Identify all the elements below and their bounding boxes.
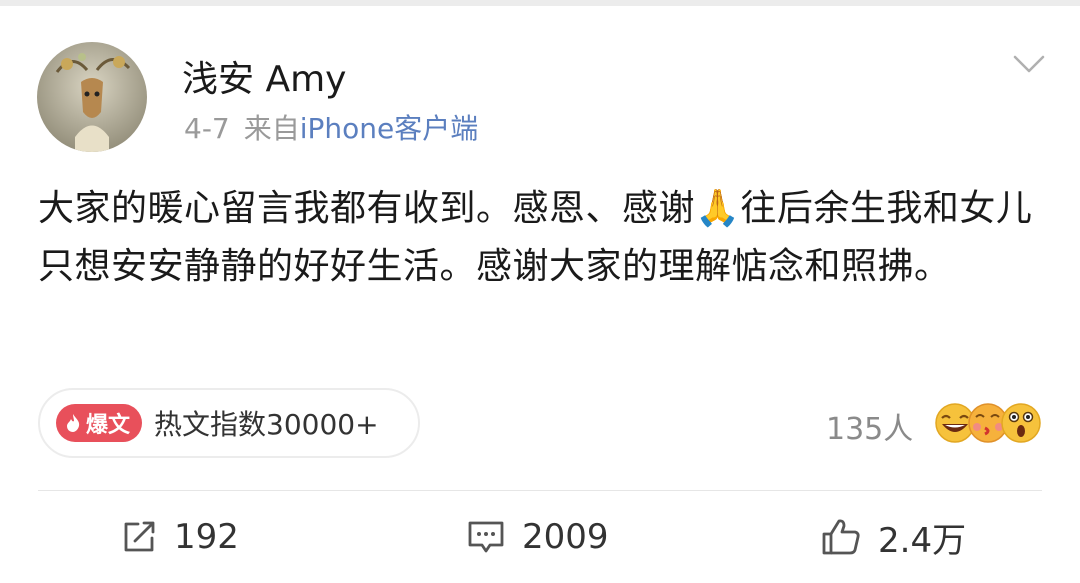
comment-count: 2009 — [522, 517, 609, 557]
repost-button[interactable]: 192 — [120, 512, 239, 562]
thumbs-up-icon — [822, 519, 860, 555]
reactions-count[interactable]: 135人 — [826, 404, 913, 448]
username[interactable]: 浅安 Amy — [182, 50, 346, 102]
top-strip — [0, 0, 1080, 6]
hot-badge-label: 爆文 — [86, 413, 131, 438]
comment-icon — [468, 521, 504, 553]
like-button[interactable]: 2.4万 — [820, 512, 966, 562]
source-link[interactable]: iPhone客户端 — [300, 112, 479, 145]
like-count: 2.4万 — [878, 520, 967, 561]
post-date: 4-7 — [184, 112, 230, 145]
repost-icon — [124, 521, 155, 552]
comment-button[interactable]: 2009 — [466, 512, 609, 562]
flame-icon — [67, 414, 80, 432]
post-content: 大家的暖心留言我都有收到。感恩、感谢🙏往后余生我和女儿只想安安静静的好好生活。感… — [38, 188, 1033, 287]
hot-index-text: 热文指数30000+ — [154, 408, 379, 441]
divider — [38, 490, 1042, 491]
surprised-face-icon — [1001, 403, 1041, 443]
avatar[interactable] — [37, 42, 147, 152]
post-meta: 4-7 来自iPhone客户端 — [184, 107, 478, 147]
reaction-emojis[interactable] — [933, 400, 1043, 446]
repost-count: 192 — [174, 517, 239, 557]
source-prefix: 来自 — [243, 112, 300, 145]
chevron-down-icon[interactable] — [1012, 52, 1046, 76]
hot-index-pill[interactable]: 爆文 热文指数30000+ — [38, 388, 420, 458]
hot-badge: 爆文 — [56, 404, 143, 442]
